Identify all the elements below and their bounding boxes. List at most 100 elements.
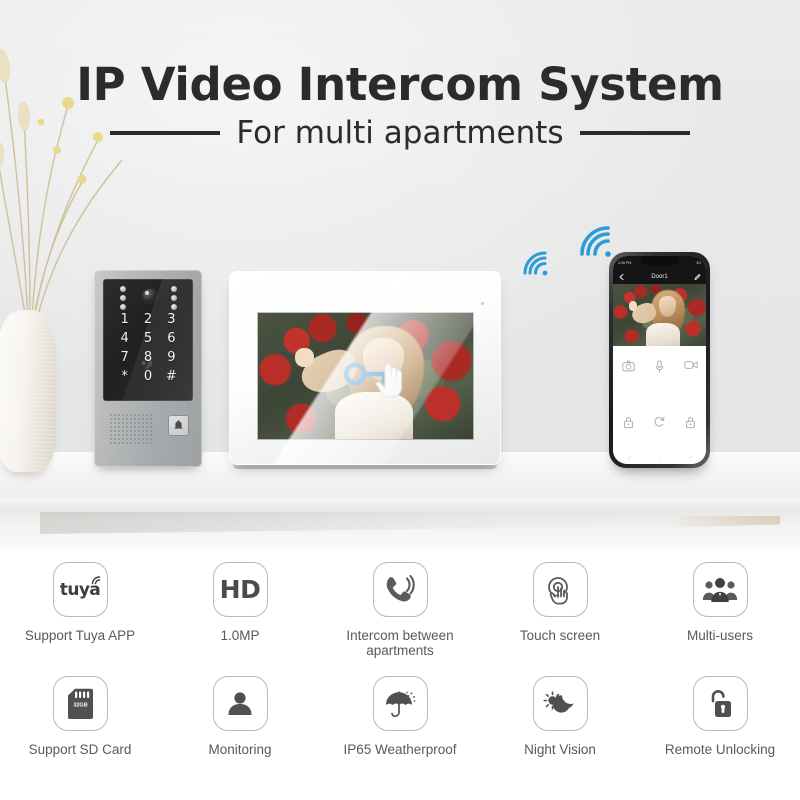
umbrella-rain-icon xyxy=(372,676,428,731)
phone-nav-bar[interactable]: ◁ ○ □ xyxy=(613,455,706,460)
person-monitor-icon xyxy=(212,676,268,731)
keypad-key[interactable]: 8 xyxy=(136,350,159,365)
ir-led xyxy=(120,295,126,301)
phone-control-grid xyxy=(613,360,706,429)
keypad-key[interactable]: 0 xyxy=(136,369,159,384)
feature-row-2: 32GB Support SD Card Monitoring IP65 Wea… xyxy=(0,676,800,757)
subject-hand xyxy=(628,301,638,311)
subject-hand xyxy=(294,348,314,368)
indoor-monitor[interactable] xyxy=(229,271,501,465)
keypad-key[interactable]: 3 xyxy=(160,312,183,327)
table-edge xyxy=(0,498,800,512)
hd-icon: HD xyxy=(212,562,268,617)
doorbell-button[interactable] xyxy=(168,415,189,436)
hd-badge: HD xyxy=(219,575,261,604)
feature-label: 1.0MP xyxy=(220,628,260,643)
feature-label: IP65 Weatherproof xyxy=(343,742,457,757)
sun-moon-icon xyxy=(532,676,588,731)
feature-night-vision[interactable]: Night Vision xyxy=(480,676,640,757)
feature-row-1: tuya Support Tuya APP HD 1.0MP Intercom … xyxy=(0,562,800,658)
feature-remote-unlocking[interactable]: Remote Unlocking xyxy=(640,676,800,757)
touch-hand-icon xyxy=(532,562,588,617)
subject-dress xyxy=(335,392,413,439)
keypad-key[interactable]: # xyxy=(160,369,183,384)
snapshot-camera-icon[interactable] xyxy=(622,360,635,372)
smartphone-app[interactable]: 2:26 PM 4G Door1 ◁ ○ □ xyxy=(609,252,710,468)
feature-panel: tuya Support Tuya APP HD 1.0MP Intercom … xyxy=(0,548,800,800)
tuya-logo-icon: tuya xyxy=(52,562,108,617)
back-arrow-icon[interactable] xyxy=(618,273,625,280)
refresh-loop-icon[interactable] xyxy=(653,416,666,428)
video-feed-image xyxy=(613,284,706,346)
phone-app-title: Door1 xyxy=(651,273,668,280)
keypad-key[interactable]: 4 xyxy=(113,331,136,346)
edit-pencil-icon[interactable] xyxy=(694,273,701,280)
phone-video-feed[interactable] xyxy=(613,284,706,346)
phone-screen[interactable]: 2:26 PM 4G Door1 ◁ ○ □ xyxy=(613,256,706,464)
monitor-screen[interactable] xyxy=(258,313,473,439)
keypad-key[interactable]: 5 xyxy=(136,331,159,346)
feature-support-sd-card[interactable]: 32GB Support SD Card xyxy=(0,676,160,757)
nav-back-button[interactable]: ◁ xyxy=(627,455,630,460)
feature-resolution[interactable]: HD 1.0MP xyxy=(160,562,320,658)
page-title: IP Video Intercom System xyxy=(76,58,724,111)
ir-led xyxy=(171,295,177,301)
nav-recent-button[interactable]: □ xyxy=(689,455,691,460)
record-video-icon[interactable] xyxy=(683,360,698,370)
feature-label: Support Tuya APP xyxy=(24,628,136,643)
subject-dress xyxy=(646,323,680,346)
status-signal: 4G xyxy=(696,260,701,265)
feature-intercom-between-apartments[interactable]: Intercom between apartments xyxy=(320,562,480,658)
phone-notch xyxy=(640,256,679,266)
feature-label: Support SD Card xyxy=(28,742,132,757)
feature-label: Night Vision xyxy=(524,742,596,757)
wifi-signal-large xyxy=(580,226,611,257)
feature-support-tuya-app[interactable]: tuya Support Tuya APP xyxy=(0,562,160,658)
sd-card-icon: 32GB xyxy=(52,676,108,731)
keypad-key[interactable]: 7 xyxy=(113,350,136,365)
rule-right xyxy=(579,131,690,135)
keypad-key[interactable]: 1 xyxy=(113,312,136,327)
padlock-open-icon xyxy=(692,676,748,731)
feature-multi-users[interactable]: Multi-users xyxy=(640,562,800,658)
sd-capacity-label: 32GB xyxy=(73,702,87,708)
wifi-icon xyxy=(91,575,101,584)
page-subtitle: For multi apartments xyxy=(236,115,564,151)
feature-label: Touch screen xyxy=(519,628,601,643)
ir-led xyxy=(171,304,177,310)
ir-led xyxy=(171,286,177,292)
lock-closed-icon[interactable] xyxy=(623,416,634,429)
phone-control-panel: ◁ ○ □ xyxy=(613,346,706,464)
doorbell-icon xyxy=(174,419,183,429)
keypad[interactable]: 1 2 3 4 5 6 7 8 9 * 0 # xyxy=(113,312,183,384)
keypad-key[interactable]: 6 xyxy=(160,331,183,346)
phone-call-icon xyxy=(372,562,428,617)
ir-leds-right xyxy=(171,286,177,310)
status-led-icon xyxy=(481,302,484,305)
door-station[interactable]: 1 2 3 4 5 6 7 8 9 * 0 # xyxy=(94,270,202,467)
ir-led xyxy=(120,286,126,292)
camera-lens-icon xyxy=(141,287,158,304)
keypad-key[interactable]: * xyxy=(113,369,136,384)
keypad-key[interactable]: 2 xyxy=(136,312,159,327)
keypad-key[interactable]: 9 xyxy=(160,350,183,365)
status-time: 2:26 PM xyxy=(618,260,632,265)
rfid-card-icon xyxy=(141,356,152,370)
multi-users-icon xyxy=(692,562,748,617)
subtitle-row: For multi apartments xyxy=(0,115,800,151)
nav-home-button[interactable]: ○ xyxy=(659,455,661,460)
feature-touch-screen[interactable]: Touch screen xyxy=(480,562,640,658)
rule-left xyxy=(110,131,221,135)
lock-closed-icon[interactable] xyxy=(685,416,696,429)
ir-led xyxy=(120,304,126,310)
hand-pointer-icon xyxy=(376,363,402,398)
ceramic-vase xyxy=(0,310,56,472)
feature-label: Intercom between apartments xyxy=(346,628,454,658)
feature-label: Monitoring xyxy=(208,742,272,757)
microphone-icon[interactable] xyxy=(655,360,664,373)
feature-ip65-weatherproof[interactable]: IP65 Weatherproof xyxy=(320,676,480,757)
feature-monitoring[interactable]: Monitoring xyxy=(160,676,320,757)
phone-app-navbar: Door1 xyxy=(613,269,706,284)
ir-leds-left xyxy=(120,286,126,310)
feature-label: Remote Unlocking xyxy=(664,742,776,757)
